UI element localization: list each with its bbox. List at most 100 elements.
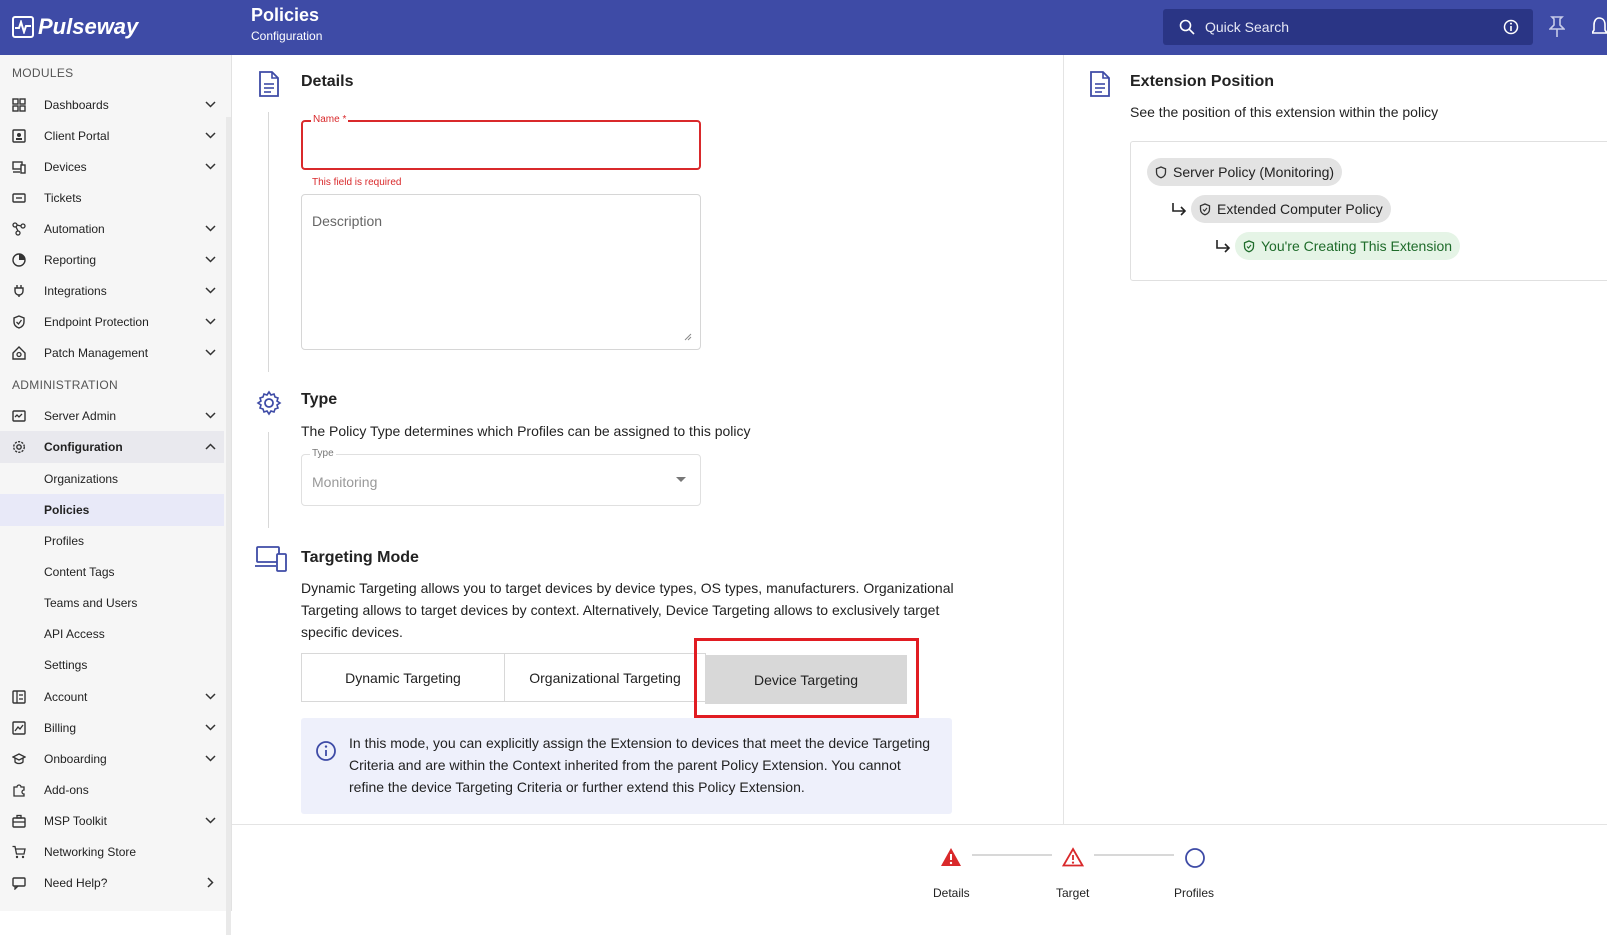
arrow-return-icon: [1172, 203, 1187, 216]
sidebar-item-devices[interactable]: Devices: [0, 151, 224, 183]
sidebar-item-billing[interactable]: Billing: [0, 712, 224, 744]
targeting-title: Targeting Mode: [301, 549, 419, 566]
sidebar-item-account[interactable]: Account: [0, 681, 224, 713]
targeting-description: Dynamic Targeting allows you to target d…: [301, 580, 954, 640]
type-select-label: Type: [310, 448, 336, 459]
stepper-connector: [1094, 854, 1174, 856]
details-connector-line: [268, 112, 269, 372]
sidebar-item-client-portal[interactable]: Client Portal: [0, 120, 224, 152]
warning-outline-icon[interactable]: [1062, 847, 1084, 867]
sidebar-item-automation[interactable]: Automation: [0, 213, 224, 245]
chevron-down-icon: [205, 693, 216, 700]
sidebar-subitem-teams-and-users[interactable]: Teams and Users: [0, 587, 224, 619]
sidebar-subitem-organizations[interactable]: Organizations: [0, 463, 224, 495]
chevron-down-icon: [205, 132, 216, 139]
billing-icon: [12, 721, 26, 735]
panel-divider: [1063, 55, 1064, 825]
brand-name: Pulseway: [38, 14, 139, 39]
patch-icon: [12, 346, 26, 360]
info-icon: [316, 741, 336, 761]
policy-chip-current-extension: You're Creating This Extension: [1235, 232, 1461, 260]
sidebar-subitem-label: Teams and Users: [44, 596, 138, 610]
sidebar-item-need-help[interactable]: Need Help?: [0, 867, 224, 899]
type-title: Type: [301, 391, 338, 408]
sidebar: MODULES Dashboards Client Portal Devices…: [0, 55, 232, 935]
pulseway-logo-icon: [12, 16, 34, 38]
sidebar-item-server-admin[interactable]: Server Admin: [0, 400, 224, 432]
cart-icon: [12, 845, 26, 859]
search-input[interactable]: [1205, 19, 1495, 35]
document-icon: [259, 71, 279, 97]
chevron-down-icon: [205, 256, 216, 263]
sidebar-section-administration: ADMINISTRATION: [12, 378, 118, 392]
reporting-icon: [12, 253, 26, 267]
account-icon: [12, 690, 26, 704]
sidebar-item-label: Need Help?: [44, 876, 108, 890]
warning-filled-icon[interactable]: [940, 847, 962, 867]
shield-icon: [1243, 239, 1255, 252]
sidebar-item-endpoint-protection[interactable]: Endpoint Protection: [0, 306, 224, 338]
sidebar-item-networking-store[interactable]: Networking Store: [0, 836, 224, 868]
arrow-return-icon: [1216, 240, 1231, 253]
document-icon: [1090, 71, 1110, 97]
sidebar-item-label: Onboarding: [44, 752, 107, 766]
sidebar-subitem-settings[interactable]: Settings: [0, 649, 224, 681]
sidebar-item-label: Client Portal: [44, 129, 110, 143]
circle-outline-icon[interactable]: [1184, 847, 1206, 869]
sidebar-item-label: Patch Management: [44, 346, 149, 360]
sidebar-subitem-policies[interactable]: Policies: [0, 494, 224, 526]
graduation-cap-icon: [12, 753, 26, 765]
bell-icon[interactable]: [1592, 16, 1607, 38]
chevron-down-icon: [205, 724, 216, 731]
pin-icon[interactable]: [1549, 16, 1565, 38]
resize-handle-icon[interactable]: [684, 333, 692, 341]
organizational-targeting-option[interactable]: Organizational Targeting: [504, 653, 706, 702]
dynamic-targeting-option[interactable]: Dynamic Targeting: [301, 653, 505, 702]
sidebar-subitem-profiles[interactable]: Profiles: [0, 525, 224, 557]
sidebar-item-patch-management[interactable]: Patch Management: [0, 337, 224, 369]
devices-icon: [12, 161, 26, 174]
targeting-info-text: In this mode, you can explicitly assign …: [349, 735, 931, 795]
sidebar-item-label: Dashboards: [44, 98, 109, 112]
sidebar-subitem-content-tags[interactable]: Content Tags: [0, 556, 224, 588]
sidebar-item-onboarding[interactable]: Onboarding: [0, 743, 224, 775]
highlight-box: [694, 638, 919, 718]
automation-icon: [12, 222, 26, 236]
sidebar-scrollbar[interactable]: [226, 117, 231, 935]
extension-position-description: See the position of this extension withi…: [1130, 104, 1439, 120]
sidebar-item-label: Add-ons: [44, 783, 89, 797]
pulseway-logo[interactable]: Pulseway: [12, 14, 138, 40]
footer-divider: [232, 824, 1607, 825]
type-select[interactable]: Type Monitoring: [301, 448, 701, 506]
sidebar-item-configuration[interactable]: Configuration: [0, 431, 224, 463]
dropdown-arrow-icon: [676, 477, 686, 482]
sidebar-subitem-api-access[interactable]: API Access: [0, 618, 224, 650]
chat-help-icon: [12, 877, 26, 890]
description-textarea[interactable]: Description: [301, 194, 701, 350]
chevron-down-icon: [205, 755, 216, 762]
extension-chain-box: Server Policy (Monitoring) Extended Comp…: [1130, 141, 1607, 281]
shield-icon: [1199, 202, 1211, 215]
info-icon[interactable]: [1503, 19, 1519, 35]
quick-search[interactable]: [1163, 9, 1533, 45]
extension-position-title: Extension Position: [1130, 73, 1275, 90]
sidebar-item-msp-toolkit[interactable]: MSP Toolkit: [0, 805, 224, 837]
sidebar-item-label: Server Admin: [44, 409, 117, 423]
chevron-down-icon: [205, 225, 216, 232]
sidebar-item-label: Tickets: [44, 191, 82, 205]
chevron-down-icon: [205, 349, 216, 356]
name-field[interactable]: Name *: [301, 114, 701, 170]
sidebar-item-dashboards[interactable]: Dashboards: [0, 89, 224, 121]
sidebar-item-reporting[interactable]: Reporting: [0, 244, 224, 276]
sidebar-item-label: Account: [44, 690, 88, 704]
sidebar-item-tickets[interactable]: Tickets: [0, 182, 224, 214]
step-label-details: Details: [933, 886, 970, 900]
sidebar-item-add-ons[interactable]: Add-ons: [0, 774, 224, 806]
sidebar-subitem-label: Profiles: [44, 534, 85, 548]
chevron-right-icon: [207, 877, 214, 888]
chevron-down-icon: [205, 318, 216, 325]
details-title: Details: [301, 73, 354, 90]
type-description: The Policy Type determines which Profile…: [301, 423, 751, 439]
server-admin-icon: [12, 410, 26, 422]
sidebar-item-integrations[interactable]: Integrations: [0, 275, 224, 307]
